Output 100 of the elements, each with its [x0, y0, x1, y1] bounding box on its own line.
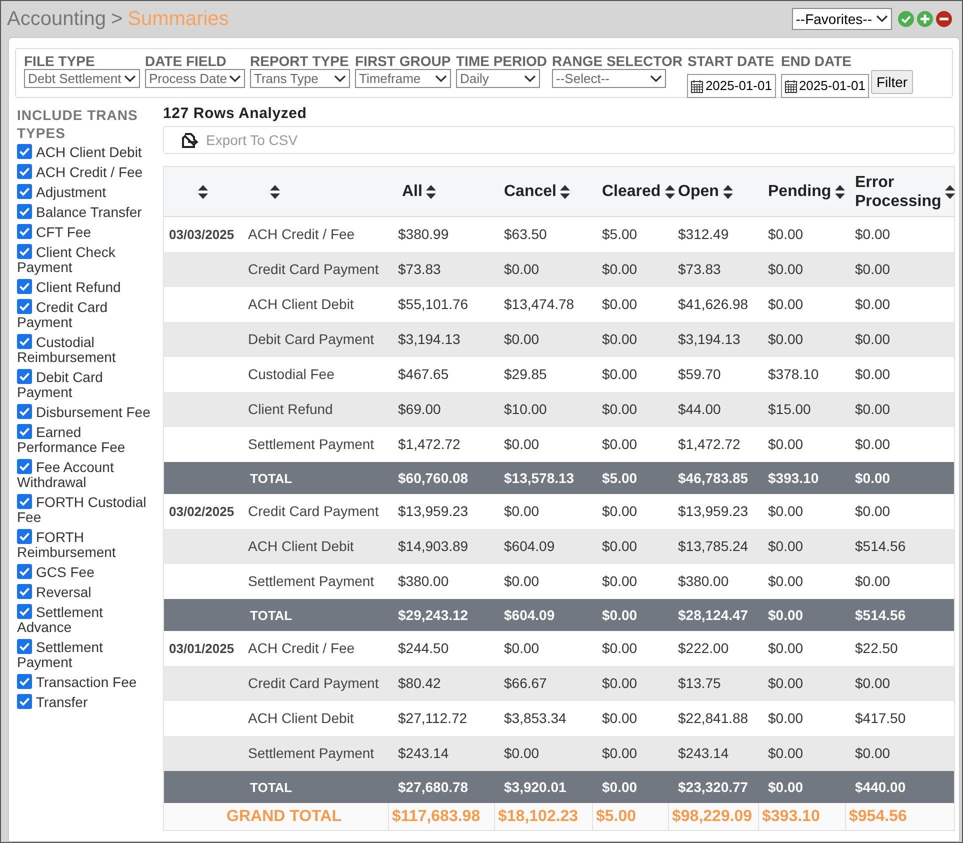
total-amount: $27,680.78 — [398, 778, 468, 794]
amount-cell: $0.00 — [602, 573, 638, 589]
trans-type-cell: Custodial Fee — [248, 366, 334, 382]
trans-type-checkbox[interactable]: Client Refund — [17, 279, 159, 295]
amount-cell: $0.00 — [768, 538, 804, 554]
trans-type-checkbox[interactable]: FORTH Custodial Fee — [17, 494, 159, 525]
amount-cell: $29.85 — [504, 366, 547, 382]
total-amount: $0.00 — [768, 606, 804, 622]
amount-cell: $0.00 — [855, 745, 890, 761]
add-icon[interactable] — [917, 11, 933, 27]
filter-button[interactable]: Filter — [871, 70, 913, 94]
trans-type-checkbox[interactable]: Adjustment — [17, 184, 159, 200]
trans-type-checkbox[interactable]: CFT Fee — [17, 224, 159, 240]
amount-cell: $3,853.34 — [504, 710, 566, 726]
trans-type-cell: Client Refund — [248, 401, 333, 417]
sort-icon[interactable] — [560, 184, 570, 198]
filter-dropdown[interactable]: Trans Type — [250, 69, 350, 88]
amount-cell: $3,194.13 — [398, 331, 460, 347]
filter-label: RANGE SELECTOR — [552, 53, 682, 69]
amount-cell: $0.00 — [768, 436, 804, 452]
amount-cell: $604.09 — [504, 538, 555, 554]
trans-type-checkbox[interactable]: Custodial Reimbursement — [17, 334, 159, 365]
total-amount: $13,578.13 — [504, 470, 574, 486]
caret-icon — [524, 74, 536, 82]
total-amount: $514.56 — [855, 606, 906, 622]
amount-cell: $80.42 — [398, 675, 441, 691]
column-header[interactable]: All — [402, 182, 422, 201]
sort-icon[interactable] — [426, 184, 436, 198]
sort-icon[interactable] — [664, 184, 675, 198]
check-icon[interactable] — [898, 11, 914, 27]
filter-label: FILE TYPE — [24, 53, 96, 69]
amount-cell: $0.00 — [504, 640, 540, 656]
amount-cell: $0.00 — [602, 296, 638, 312]
total-amount: $0.00 — [768, 778, 804, 794]
trans-type-checkbox[interactable]: Settlement Advance — [17, 604, 159, 635]
amount-cell: $0.00 — [602, 261, 638, 277]
total-label: TOTAL — [250, 780, 292, 794]
amount-cell: $467.65 — [398, 366, 449, 382]
filter-dropdown[interactable]: Process Date — [145, 69, 245, 88]
trans-type-checkbox[interactable]: Disbursement Fee — [17, 404, 159, 420]
trans-type-checkbox[interactable]: Transfer — [17, 694, 159, 710]
amount-cell: $244.50 — [398, 640, 449, 656]
date-cell: 03/02/2025 — [169, 504, 234, 519]
amount-cell: $69.00 — [398, 401, 441, 417]
amount-cell: $66.67 — [504, 675, 547, 691]
sort-icon[interactable] — [198, 184, 208, 198]
filter-label: FIRST GROUP — [355, 53, 451, 69]
filter-label: DATE FIELD — [145, 53, 228, 69]
trans-type-checkbox[interactable]: Debit Card Payment — [17, 369, 159, 400]
trans-type-checkbox[interactable]: GCS Fee — [17, 564, 159, 580]
amount-cell: $0.00 — [602, 366, 638, 382]
amount-cell: $380.00 — [678, 573, 729, 589]
sort-icon[interactable] — [270, 184, 280, 198]
sort-icon[interactable] — [945, 184, 956, 198]
filter-dropdown[interactable]: Daily — [456, 69, 540, 88]
sort-icon[interactable] — [835, 184, 846, 198]
trans-type-checkbox[interactable]: Settlement Payment — [17, 639, 159, 670]
date-field[interactable]: 2025-01-01 — [780, 74, 870, 98]
column-header[interactable]: Cancel — [504, 182, 556, 201]
amount-cell: $0.00 — [768, 675, 804, 691]
trans-type-checkbox[interactable]: FORTH Reimbursement — [17, 529, 159, 560]
trans-type-checkbox[interactable]: Client Check Payment — [17, 244, 159, 275]
column-header[interactable]: Error Processing — [855, 172, 942, 210]
trans-type-checkbox[interactable]: ACH Credit / Fee — [17, 164, 159, 180]
grand-total-label: GRAND TOTAL — [226, 806, 342, 826]
filter-label: END DATE — [780, 53, 852, 69]
trans-type-cell: ACH Credit / Fee — [248, 226, 355, 242]
filter-dropdown[interactable]: Timeframe — [355, 69, 451, 88]
trans-type-checkbox[interactable]: Credit Card Payment — [17, 299, 159, 330]
sidebar-title: INCLUDE TRANS TYPES — [17, 106, 139, 142]
amount-cell: $0.00 — [504, 573, 540, 589]
amount-cell: $0.00 — [768, 226, 804, 242]
amount-cell: $0.00 — [504, 331, 540, 347]
trans-type-checkbox[interactable]: Reversal — [17, 584, 159, 600]
column-header[interactable]: Open — [678, 182, 719, 201]
sort-icon[interactable] — [722, 184, 733, 198]
trans-type-cell: Credit Card Payment — [248, 675, 379, 691]
amount-cell: $0.00 — [855, 331, 890, 347]
amount-cell: $243.14 — [398, 745, 449, 761]
trans-type-cell: ACH Client Debit — [248, 296, 354, 312]
amount-cell: $0.00 — [768, 296, 804, 312]
date-cell: 03/01/2025 — [169, 641, 234, 656]
breadcrumb-separator: > — [110, 7, 123, 32]
filter-dropdown[interactable]: --Select-- — [552, 69, 666, 88]
trans-type-checkbox[interactable]: Balance Transfer — [17, 204, 159, 220]
calendar-icon — [784, 80, 797, 92]
trans-type-checkbox[interactable]: Transaction Fee — [17, 674, 159, 690]
trans-type-cell: Settlement Payment — [248, 436, 374, 452]
trans-type-checkbox[interactable]: Earned Performance Fee — [17, 424, 159, 455]
filter-dropdown[interactable]: Debt Settlement — [24, 69, 140, 88]
column-header[interactable]: Pending — [768, 182, 832, 201]
trans-type-checkbox[interactable]: Fee Account Withdrawal — [17, 459, 159, 490]
amount-cell: $0.00 — [602, 640, 638, 656]
favorites-dropdown[interactable]: --Favorites-- — [792, 8, 892, 30]
date-field[interactable]: 2025-01-01 — [687, 74, 776, 98]
total-amount: $0.00 — [602, 606, 638, 622]
total-amount: $0.00 — [855, 470, 890, 486]
remove-icon[interactable] — [936, 11, 952, 27]
trans-type-checkbox[interactable]: ACH Client Debit — [17, 144, 159, 160]
column-header[interactable]: Cleared — [602, 182, 661, 201]
